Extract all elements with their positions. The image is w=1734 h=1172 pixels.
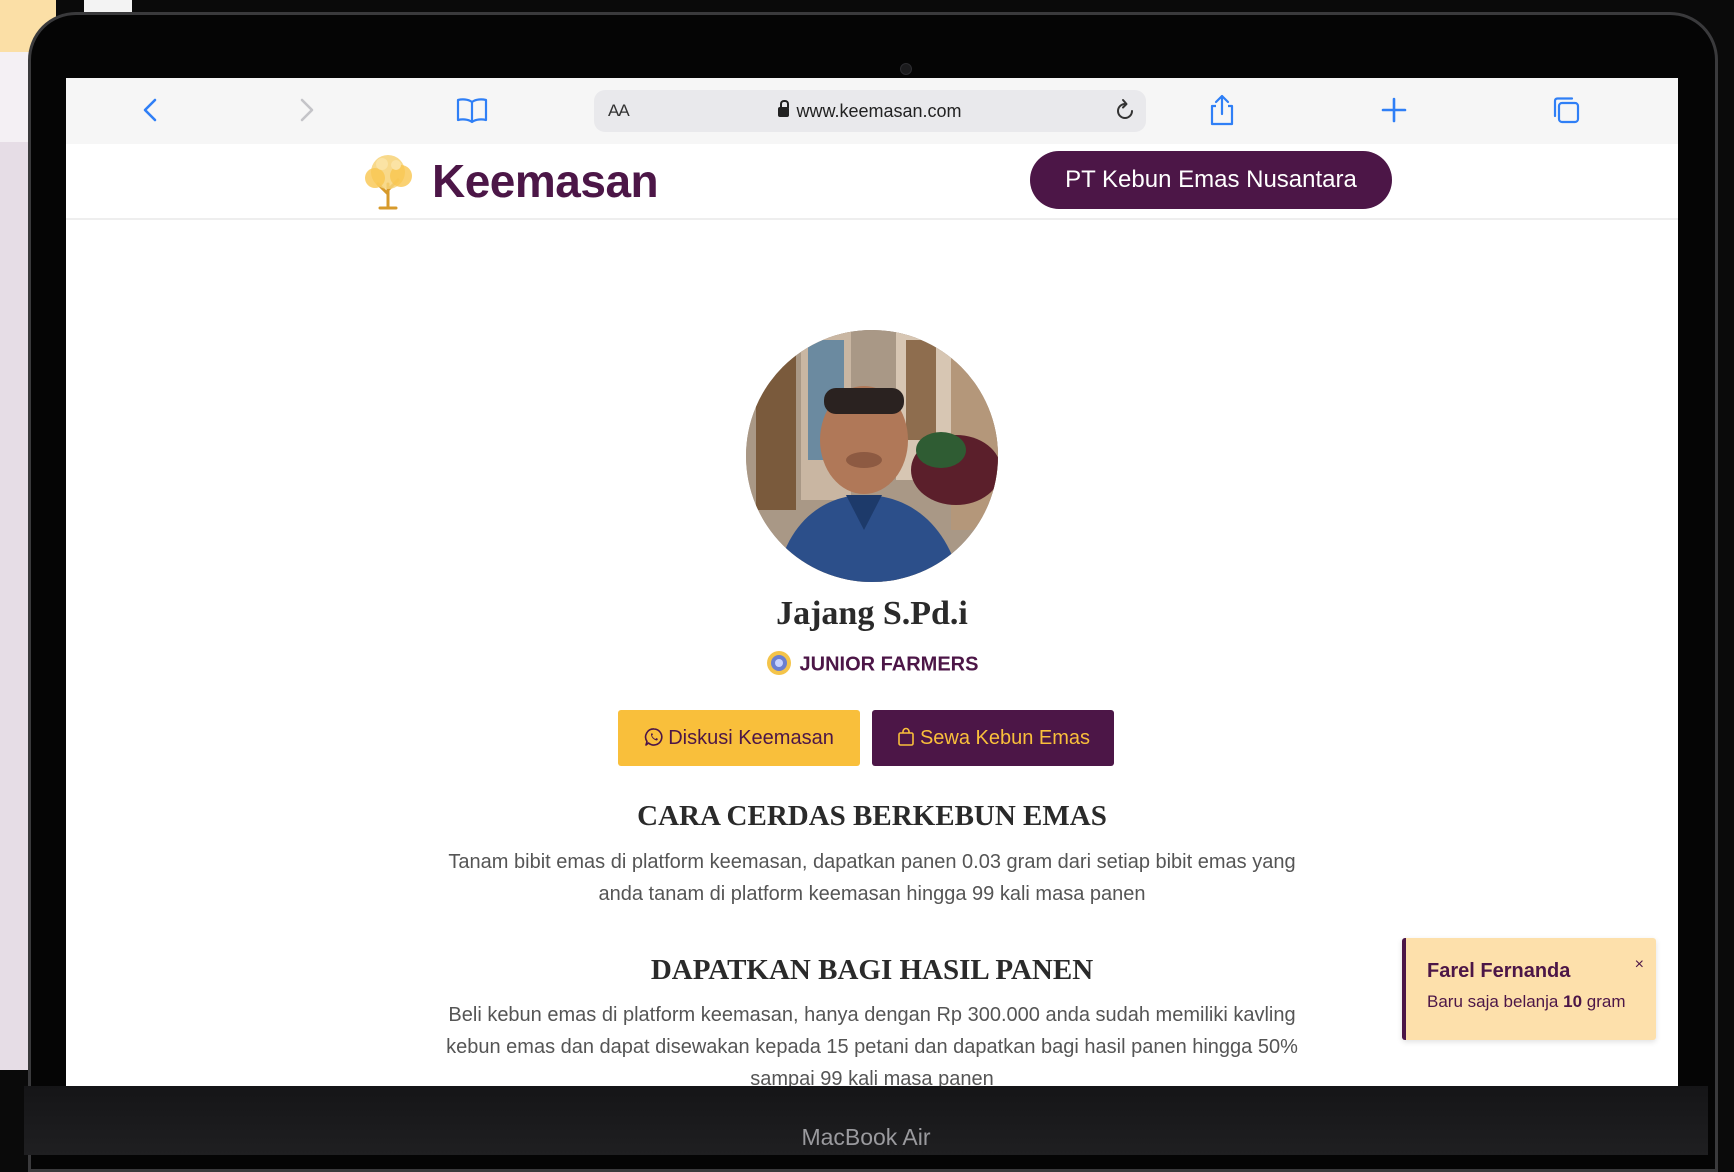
- discuss-label: Diskusi Keemasan: [668, 727, 834, 749]
- purchase-notification[interactable]: Farel Fernanda Baru saja belanja 10 gram…: [1402, 938, 1656, 1040]
- notification-message: Baru saja belanja 10 gram: [1427, 992, 1626, 1011]
- rent-label: Sewa Kebun Emas: [919, 727, 1091, 749]
- bookmarks-icon[interactable]: [454, 92, 490, 128]
- section-text: Beli kebun emas di platform keemasan, ha…: [446, 1004, 1298, 1086]
- tabs-icon[interactable]: [1548, 92, 1584, 128]
- new-tab-icon[interactable]: [1376, 92, 1412, 128]
- browser-screen: AA www.keemasan.com Keemasan PT Kebun Em…: [66, 78, 1678, 1086]
- back-icon[interactable]: [134, 92, 170, 128]
- rank-badge-icon: [766, 651, 791, 675]
- laptop-bottom-bezel: MacBook Air: [24, 1086, 1708, 1155]
- close-icon[interactable]: ×: [1635, 956, 1644, 974]
- device-label: MacBook Air: [801, 1124, 931, 1150]
- camera-icon: [900, 63, 912, 75]
- share-icon[interactable]: [1204, 92, 1240, 128]
- notification-name: Farel Fernanda: [1427, 960, 1571, 982]
- section-text: Tanam bibit emas di platform keemasan, d…: [448, 851, 1296, 905]
- reload-icon[interactable]: [1112, 98, 1138, 124]
- avatar: [746, 330, 998, 582]
- section-title: CARA CERDAS BERKEBUN EMAS: [637, 800, 1107, 832]
- profile-rank: JUNIOR FARMERS: [66, 651, 1678, 678]
- address-bar[interactable]: AA www.keemasan.com: [594, 90, 1146, 132]
- site-logo-text[interactable]: Keemasan: [432, 154, 659, 208]
- lock-icon: [778, 100, 790, 117]
- company-button[interactable]: PT Kebun Emas Nusantara: [1030, 151, 1392, 209]
- site-header: Keemasan PT Kebun Emas Nusantara: [66, 144, 1678, 220]
- shopping-bag-icon: [898, 727, 914, 746]
- safari-toolbar: AA www.keemasan.com: [66, 78, 1678, 145]
- profile-name: Jajang S.Pd.i: [776, 595, 968, 632]
- tree-logo-icon[interactable]: [358, 152, 418, 212]
- whatsapp-icon: [645, 727, 663, 746]
- forward-icon[interactable]: [288, 92, 324, 128]
- url-text: www.keemasan.com: [796, 101, 962, 121]
- rent-garden-button[interactable]: Sewa Kebun Emas: [872, 710, 1114, 766]
- rank-label: JUNIOR FARMERS: [799, 653, 979, 676]
- discuss-button[interactable]: Diskusi Keemasan: [618, 710, 860, 766]
